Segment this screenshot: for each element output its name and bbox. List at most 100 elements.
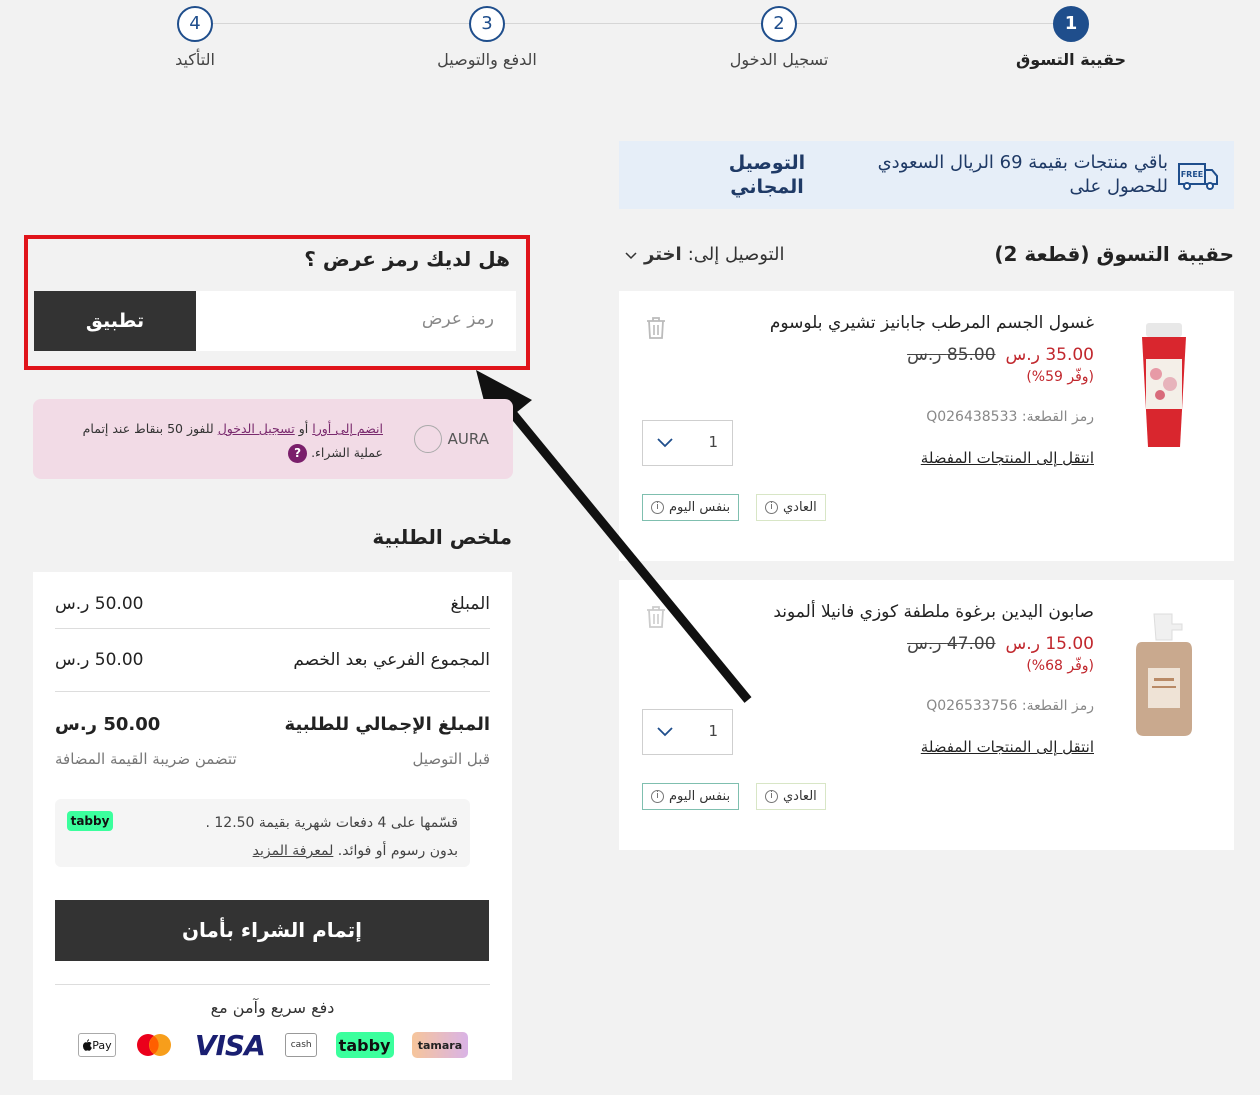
delivery-option-label: العادي [783, 500, 817, 515]
apply-promo-button[interactable]: تطبيق [34, 291, 196, 351]
summary-row-amount: المبلغ 50.00 ر.س [55, 594, 490, 614]
move-to-favorites-link[interactable]: انتقل إلى المنتجات المفضلة [921, 449, 1094, 467]
subtotal-value: 50.00 ر.س [55, 650, 144, 670]
mastercard-icon [134, 1033, 174, 1057]
tabby-line-1: قسّمها على 4 دفعات شهرية بقيمة 12.50 . [205, 815, 458, 831]
amount-label: المبلغ [450, 594, 490, 614]
step-number: 4 [177, 6, 213, 42]
save-percent: (وفّر 59%) [1026, 369, 1094, 385]
tabby-installments-box: قسّمها على 4 دفعات شهرية بقيمة 12.50 . ب… [55, 799, 470, 867]
banner-free-delivery: التوصيل المجاني [728, 152, 806, 198]
step-number: 3 [469, 6, 505, 42]
tabby-line-2: بدون رسوم أو فوائد. لمعرفة المزيد [138, 837, 458, 865]
divider [55, 691, 490, 692]
new-price: 35.00 ر.س [1005, 345, 1094, 365]
step-label: حقيبة التسوق [1015, 50, 1127, 69]
move-to-favorites-link[interactable]: انتقل إلى المنتجات المفضلة [921, 738, 1094, 756]
amount-value: 50.00 ر.س [55, 594, 144, 614]
old-price: 47.00 ر.س [907, 634, 996, 654]
vat-note: تتضمن ضريبة القيمة المضافة [55, 750, 237, 768]
payment-logos: Pay VISA cash tabby tamara [78, 1028, 468, 1062]
aura-logo-text: AURA [447, 430, 489, 448]
aura-logo: AURA [413, 425, 489, 453]
summary-row-subtotal: المجموع الفرعي بعد الخصم 50.00 ر.س [55, 650, 490, 670]
product-prices: 15.00 ر.س 47.00 ر.س [907, 634, 1094, 654]
total-label: المبلغ الإجمالي للطلبية [284, 714, 490, 735]
banner-text: باقي منتجات بقيمة 69 الريال السعودي للحص… [877, 152, 1168, 197]
product-sku: رمز القطعة: Q026438533 [926, 409, 1094, 425]
delivery-to-value: اختر [644, 244, 682, 265]
save-percent: (وفّر 68%) [1026, 658, 1094, 674]
delivery-option-normal[interactable]: العادي i [756, 783, 826, 810]
delivery-option-label: العادي [783, 789, 817, 804]
tabby-learn-more-link[interactable]: لمعرفة المزيد [253, 843, 334, 859]
step-login[interactable]: 2 تسجيل الدخول [699, 6, 859, 69]
cart-title: حقيبة التسوق (قطعة 2) [994, 242, 1234, 266]
delivery-option-same-day[interactable]: بنفس اليوم i [642, 783, 740, 810]
secure-checkout-button[interactable]: إتمام الشراء بأمان [55, 900, 489, 961]
delivery-to-label: التوصيل إلى: [687, 244, 785, 265]
product-sku: رمز القطعة: Q026533756 [926, 698, 1094, 714]
aura-or: أو [298, 421, 309, 436]
tamara-icon: tamara [411, 1032, 468, 1058]
promo-code-section: هل لديك رمز عرض ؟ رمز عرض تطبيق [24, 235, 530, 370]
aura-login-link[interactable]: تسجيل الدخول [218, 421, 295, 436]
aura-loyalty-banner: AURA انضم إلى أورا أو تسجيل الدخول للفوز… [33, 399, 513, 479]
aura-join-link[interactable]: انضم إلى أورا [312, 421, 383, 436]
info-icon[interactable]: i [765, 501, 778, 514]
step-cart: 1 حقيبة التسوق [991, 6, 1151, 69]
step-payment-delivery[interactable]: 3 الدفع والتوصيل [407, 6, 567, 69]
summary-row-total: المبلغ الإجمالي للطلبية 50.00 ر.س [55, 714, 490, 735]
trash-icon[interactable] [643, 315, 669, 341]
promo-title: هل لديك رمز عرض ؟ [304, 247, 510, 271]
payment-methods-title: دفع سريع وآمن مع [210, 998, 335, 1017]
info-icon[interactable]: i [765, 790, 778, 803]
quantity-value: 1 [708, 722, 718, 740]
checkout-stepper: 1 حقيبة التسوق 2 تسجيل الدخول 3 الدفع وا… [0, 0, 1260, 90]
delivery-option-normal[interactable]: العادي i [756, 494, 826, 521]
summary-row-notes: قبل التوصيل تتضمن ضريبة القيمة المضافة [55, 750, 490, 768]
applepay-text: Pay [92, 1038, 112, 1052]
product-name[interactable]: صابون اليدين برغوة ملطفة كوزي فانيلا ألم… [773, 602, 1094, 622]
quantity-select[interactable]: 1 [642, 709, 733, 755]
step-confirmation[interactable]: 4 التأكيد [115, 6, 275, 69]
promo-placeholder: رمز عرض [421, 309, 494, 329]
step-number: 2 [761, 6, 797, 42]
total-value: 50.00 ر.س [55, 714, 161, 735]
tabby-icon: tabby [335, 1032, 394, 1058]
cash-icon: cash [285, 1033, 318, 1057]
product-image [1142, 323, 1186, 447]
help-icon[interactable]: ? [288, 444, 308, 463]
free-delivery-banner: FREE باقي منتجات بقيمة 69 الريال السعودي… [619, 141, 1234, 209]
divider [55, 628, 490, 629]
step-label: تسجيل الدخول [729, 50, 829, 69]
chevron-down-icon [625, 251, 637, 259]
subtotal-label: المجموع الفرعي بعد الخصم [293, 650, 490, 670]
before-delivery-note: قبل التوصيل [412, 750, 490, 768]
free-delivery-truck-icon: FREE [1178, 163, 1218, 190]
aura-ring-icon [413, 425, 442, 453]
apple-icon [83, 1039, 93, 1051]
step-label: التأكيد [175, 50, 215, 69]
visa-icon: VISA [194, 1028, 266, 1062]
old-price: 85.00 ر.س [907, 345, 996, 365]
product-image [1136, 613, 1192, 736]
new-price: 15.00 ر.س [1005, 634, 1094, 654]
chevron-down-icon [657, 727, 673, 737]
free-badge-text: FREE [1181, 170, 1204, 179]
aura-text: انضم إلى أورا أو تسجيل الدخول للفوز 50 ب… [53, 417, 383, 465]
divider [55, 984, 490, 985]
product-name[interactable]: غسول الجسم المرطب جابانيز تشيري بلوسوم [770, 313, 1094, 333]
step-number: 1 [1053, 6, 1089, 42]
annotation-arrow [476, 370, 752, 703]
info-icon[interactable]: i [651, 790, 664, 803]
order-summary: المبلغ 50.00 ر.س المجموع الفرعي بعد الخص… [33, 572, 512, 1080]
tabby-no-fees: بدون رسوم أو فوائد. [337, 843, 458, 859]
delivery-option-label: بنفس اليوم [669, 789, 731, 804]
tabby-logo: tabby [67, 811, 113, 831]
product-prices: 35.00 ر.س 85.00 ر.س [907, 345, 1094, 365]
step-label: الدفع والتوصيل [437, 50, 537, 69]
stepper-line [210, 23, 1055, 24]
delivery-to-selector[interactable]: التوصيل إلى: اختر [624, 244, 785, 265]
tabby-text: قسّمها على 4 دفعات شهرية بقيمة 12.50 . ب… [138, 809, 458, 865]
